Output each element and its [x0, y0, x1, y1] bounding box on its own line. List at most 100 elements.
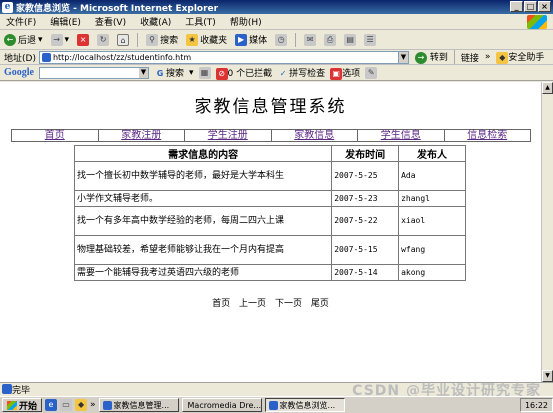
table-row: 需要一个能辅导我考过英语四六级的老师 2007-5-14 akong — [73, 264, 466, 281]
nav-tutor-info-link[interactable]: 家教信息 — [272, 130, 358, 141]
back-label: 后退 — [18, 36, 37, 46]
task-label: Macromedia Dre... — [187, 400, 262, 410]
spellcheck-label: 拼写检查 — [289, 68, 326, 79]
menu-edit[interactable]: 编辑(E) — [50, 15, 81, 28]
nav-search-link[interactable]: 信息检索 — [445, 130, 531, 141]
home-icon[interactable]: ⌂ — [117, 33, 130, 46]
search-button[interactable]: ⚲ 搜索 — [146, 33, 178, 46]
google-g-icon: G — [156, 68, 164, 78]
spellcheck-button[interactable]: ✓ 拼写检查 — [277, 66, 325, 80]
toolbar-separator — [295, 32, 297, 47]
cell-publisher: Ada — [398, 161, 466, 191]
discuss-icon[interactable]: ☰ — [364, 33, 377, 46]
pager-first-link[interactable]: 首页 — [212, 299, 230, 309]
nav-student-register-link[interactable]: 学生注册 — [185, 130, 272, 141]
chevron-down-icon[interactable]: ▾ — [189, 68, 194, 78]
favorites-label: 收藏夹 — [200, 36, 228, 46]
highlight-pen-icon[interactable]: ✎ — [365, 66, 378, 79]
start-label: 开始 — [19, 401, 38, 412]
blocked-icon: ⊘ — [215, 67, 228, 80]
google-logo[interactable]: Google — [4, 67, 34, 78]
options-button[interactable]: ▣ 选项 — [330, 66, 360, 80]
window-titlebar[interactable]: e 家教信息浏览 - Microsoft Internet Explorer _… — [0, 0, 553, 14]
table-row: 找一个有多年高中数学经验的老师，每周二四六上课 2007-5-22 xiaol — [73, 206, 466, 236]
media-button[interactable]: ▶ 媒体 — [235, 33, 267, 46]
menu-view[interactable]: 查看(V) — [95, 15, 126, 28]
stop-icon[interactable]: × — [77, 33, 90, 46]
chevron-down-icon[interactable]: » — [90, 400, 96, 410]
task-tutor-browse[interactable]: 家教信息浏览... — [264, 398, 345, 412]
nav-home-link[interactable]: 首页 — [12, 130, 99, 141]
windows-logo-icon — [527, 15, 547, 29]
google-search-label: 搜索 — [166, 68, 185, 79]
forward-button[interactable]: → ▾ — [50, 33, 69, 46]
cell-date: 2007-5-15 — [331, 235, 400, 265]
nav-tutor-register-link[interactable]: 家教注册 — [99, 130, 185, 141]
maximize-button[interactable]: □ — [524, 1, 537, 12]
history-icon[interactable]: ◷ — [275, 33, 288, 46]
page-status-icon — [2, 384, 12, 394]
star-icon: ★ — [186, 33, 199, 46]
refresh-icon[interactable]: ↻ — [97, 33, 110, 46]
media-label: 媒体 — [249, 36, 268, 46]
go-button[interactable]: → 转到 — [414, 50, 448, 64]
address-input[interactable]: http://localhost/zz/studentinfo.htm — [38, 50, 399, 64]
edit-icon[interactable]: ▤ — [344, 33, 357, 46]
taskbar: 开始 e ▭ ◆ » 家教信息管理... Macromedia Dre... 家… — [0, 396, 553, 413]
links-chevron-icon[interactable]: » — [485, 52, 491, 62]
cell-content: 物理基础较差，希望老师能够让我在一个月内有提高 — [73, 235, 333, 265]
google-search-input[interactable]: ▼ — [39, 66, 149, 79]
print-icon[interactable]: ⎙ — [324, 33, 337, 46]
address-url: http://localhost/zz/studentinfo.htm — [52, 52, 192, 62]
links-button[interactable]: 链接 — [461, 51, 479, 64]
menu-help[interactable]: 帮助(H) — [230, 15, 262, 28]
shield-icon: ◆ — [496, 52, 509, 64]
security-assistant-button[interactable]: ◆ 安全助手 — [496, 50, 544, 64]
cell-publisher: xiaol — [398, 206, 466, 236]
mail-icon[interactable]: ✉ — [304, 33, 317, 46]
favorites-button[interactable]: ★ 收藏夹 — [186, 33, 227, 46]
windows-flag-icon — [7, 400, 17, 410]
news-icon[interactable]: ▦ — [198, 66, 211, 79]
address-dropdown-button[interactable]: ▼ — [398, 50, 409, 64]
menu-favorites[interactable]: 收藏(A) — [140, 15, 171, 28]
google-search-button[interactable]: G 搜索 — [154, 66, 184, 80]
pager-prev-link[interactable]: 上一页 — [239, 299, 266, 309]
scroll-down-icon[interactable]: ▼ — [542, 370, 553, 382]
chevron-down-icon: ▾ — [38, 34, 43, 45]
page-icon — [41, 52, 51, 62]
quicklaunch-shield-icon[interactable]: ◆ — [75, 399, 88, 411]
back-button[interactable]: ← 后退 ▾ — [4, 33, 43, 46]
student-info-table: 需求信息的内容 发布时间 发布人 找一个擅长初中数学辅导的老师，最好是大学本科生… — [73, 145, 466, 281]
menu-file[interactable]: 文件(F) — [6, 15, 36, 28]
search-icon: ⚲ — [146, 33, 159, 46]
close-button[interactable]: × — [538, 1, 551, 12]
google-toolbar: Google ▼ G 搜索 ▾ ▦ ⊘ 0 个已拦截 ✓ 拼写检查 ▣ 选项 ✎ — [0, 65, 553, 81]
scroll-up-icon[interactable]: ▲ — [542, 82, 553, 94]
task-dreamweaver[interactable]: Macromedia Dre... — [181, 398, 262, 412]
page-title: 家教信息管理系统 — [194, 97, 347, 117]
toolbar-separator — [453, 50, 455, 64]
security-label: 安全助手 — [508, 53, 545, 63]
pager-last-link[interactable]: 尾页 — [311, 299, 329, 309]
table-row: 小学作文辅导老师。 2007-5-23 zhangl — [73, 190, 466, 207]
window-icon — [102, 400, 112, 410]
minimize-button[interactable]: _ — [510, 1, 523, 12]
popup-blocker-button[interactable]: ⊘ 0 个已拦截 — [215, 66, 272, 80]
options-label: 选项 — [342, 68, 361, 79]
spellcheck-icon: ✓ — [279, 68, 287, 78]
nav-bar: 首页 家教注册 学生注册 家教信息 学生信息 信息检索 — [11, 129, 531, 142]
menu-tools[interactable]: 工具(T) — [185, 15, 216, 28]
vertical-scrollbar[interactable]: ▲ ▼ — [541, 82, 553, 382]
forward-arrow-icon: → — [50, 33, 63, 46]
nav-student-info-link[interactable]: 学生信息 — [358, 130, 445, 141]
pager-next-link[interactable]: 下一页 — [275, 299, 302, 309]
quicklaunch-ie-icon[interactable]: e — [45, 399, 58, 411]
task-tutor-manage[interactable]: 家教信息管理... — [98, 398, 179, 412]
start-button[interactable]: 开始 — [2, 398, 43, 412]
task-label: 家教信息管理... — [113, 400, 170, 410]
standard-toolbar: ← 后退 ▾ → ▾ × ↻ ⌂ ⚲ 搜索 ★ 收藏夹 ▶ 媒体 ◷ ✉ ⎙ ▤… — [0, 30, 553, 50]
status-text: 完毕 — [12, 385, 31, 396]
chevron-down-icon[interactable]: ▼ — [139, 67, 148, 78]
quicklaunch-desktop-icon[interactable]: ▭ — [60, 399, 73, 411]
